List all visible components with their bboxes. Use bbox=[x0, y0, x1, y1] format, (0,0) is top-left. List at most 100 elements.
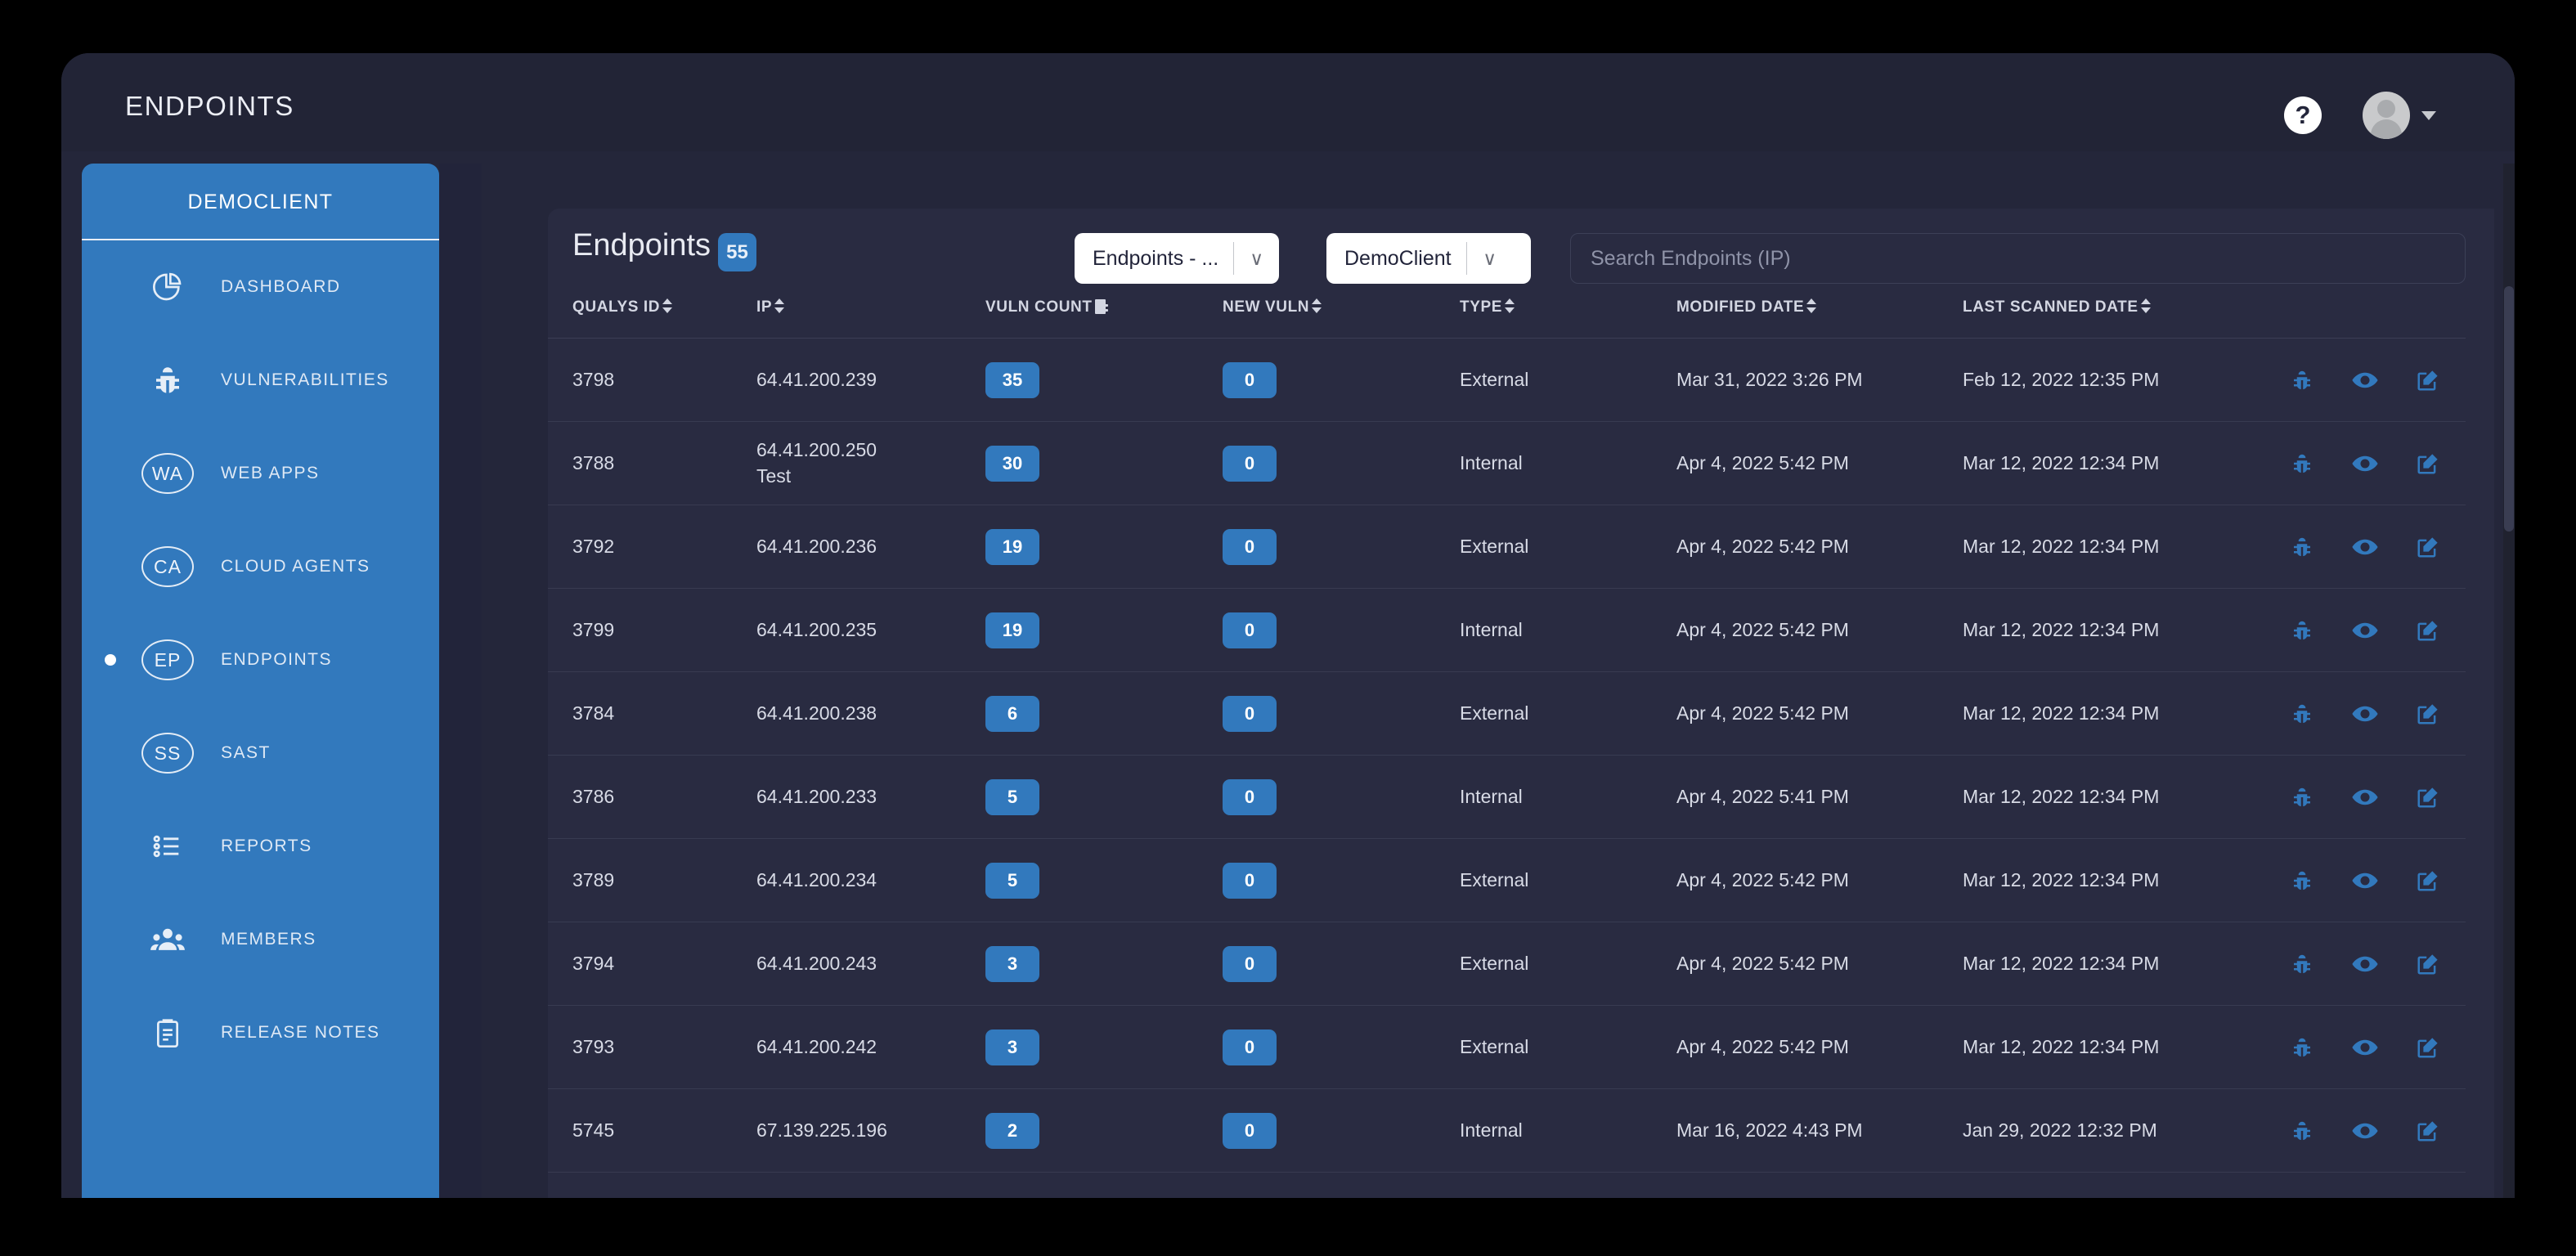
eye-icon[interactable] bbox=[2351, 867, 2379, 895]
bug-icon[interactable] bbox=[2290, 535, 2314, 559]
sort-toggle-icon[interactable] bbox=[1505, 298, 1515, 314]
new-vuln-pill[interactable]: 0 bbox=[1223, 361, 1277, 398]
table-row[interactable]: 3799 64.41.200.235 19 0 Internal Apr 4, 2022 … bbox=[548, 588, 2466, 672]
view-select[interactable]: Endpoints - ... ∨ bbox=[1075, 233, 1279, 284]
eye-icon[interactable] bbox=[2351, 366, 2379, 394]
avatar[interactable] bbox=[2363, 92, 2410, 139]
sidebar-item-vulnerabilities[interactable]: VULNERABILITIES bbox=[82, 334, 439, 427]
sidebar-item-dashboard[interactable]: DASHBOARD bbox=[82, 240, 439, 334]
edit-icon[interactable] bbox=[2416, 952, 2440, 976]
new-vuln-pill[interactable]: 0 bbox=[1223, 778, 1277, 815]
chevron-down-icon[interactable]: ∨ bbox=[1467, 248, 1513, 270]
vuln-count-pill[interactable]: 30 bbox=[985, 445, 1039, 482]
sidebar-item-reports[interactable]: REPORTS bbox=[82, 800, 439, 893]
qualys-id-value: 3786 bbox=[572, 786, 615, 807]
sidebar-item-sast[interactable]: SS SAST bbox=[82, 706, 439, 800]
sidebar-item-endpoints[interactable]: EP ENDPOINTS bbox=[82, 613, 439, 706]
sidebar-item-web-apps[interactable]: WA WEB APPS bbox=[82, 427, 439, 520]
chevron-down-icon[interactable]: ∨ bbox=[1234, 248, 1279, 270]
vuln-count-pill[interactable]: 3 bbox=[985, 1029, 1039, 1065]
table-row[interactable]: 3784 64.41.200.238 6 0 External Apr 4, 2022 5… bbox=[548, 671, 2466, 756]
edit-icon[interactable] bbox=[2416, 1035, 2440, 1060]
sort-toggle-icon[interactable] bbox=[1312, 298, 1322, 314]
vuln-count-pill[interactable]: 19 bbox=[985, 612, 1039, 648]
table-row[interactable]: 3788 64.41.200.250 Test 30 0 Internal Apr 4, 2… bbox=[548, 421, 2466, 505]
new-vuln-pill[interactable]: 0 bbox=[1223, 1029, 1277, 1065]
bug-icon[interactable] bbox=[2290, 618, 2314, 643]
page-scrollbar[interactable] bbox=[2503, 164, 2515, 1198]
edit-icon[interactable] bbox=[2416, 702, 2440, 726]
bug-icon[interactable] bbox=[2290, 368, 2314, 392]
table-row[interactable]: 5745 67.139.225.196 2 0 Internal Mar 16, 2022… bbox=[548, 1088, 2466, 1173]
bug-icon[interactable] bbox=[2290, 1119, 2314, 1143]
column-header-qualys-id[interactable]: QUALYS ID bbox=[548, 290, 756, 339]
edit-icon[interactable] bbox=[2416, 451, 2440, 476]
new-vuln-pill[interactable]: 0 bbox=[1223, 1112, 1277, 1149]
table-row[interactable]: 3793 64.41.200.242 3 0 External Apr 4, 2022 5… bbox=[548, 1005, 2466, 1089]
sort-toggle-icon[interactable] bbox=[2140, 298, 2152, 314]
new-vuln-pill[interactable]: 0 bbox=[1223, 945, 1277, 982]
eye-icon[interactable] bbox=[2351, 533, 2379, 561]
sort-toggle-icon[interactable] bbox=[662, 298, 673, 314]
column-header-ip[interactable]: IP bbox=[756, 290, 985, 339]
help-icon[interactable]: ? bbox=[2284, 96, 2322, 134]
sidebar-item-members[interactable]: MEMBERS bbox=[82, 893, 439, 986]
eye-icon[interactable] bbox=[2351, 950, 2379, 978]
type-value: External bbox=[1460, 536, 1529, 557]
bug-icon[interactable] bbox=[2290, 952, 2314, 976]
circle-abbr-icon: CA bbox=[141, 545, 195, 589]
table-row[interactable]: 3786 64.41.200.233 5 0 Internal Apr 4, 2022 5… bbox=[548, 755, 2466, 839]
column-header-vuln-count[interactable]: VULN COUNT bbox=[985, 290, 1223, 339]
edit-icon[interactable] bbox=[2416, 785, 2440, 810]
sort-active-icon[interactable] bbox=[1094, 298, 1108, 315]
new-vuln-pill[interactable]: 0 bbox=[1223, 695, 1277, 732]
bug-icon[interactable] bbox=[2290, 451, 2314, 476]
vuln-count-pill[interactable]: 19 bbox=[985, 528, 1039, 565]
table-row[interactable]: 3794 64.41.200.243 3 0 External Apr 4, 2022 5… bbox=[548, 922, 2466, 1006]
table-row[interactable]: 3792 64.41.200.236 19 0 External Apr 4, 2022 … bbox=[548, 505, 2466, 589]
eye-icon[interactable] bbox=[2351, 617, 2379, 644]
edit-icon[interactable] bbox=[2416, 1119, 2440, 1143]
scrollbar-thumb[interactable] bbox=[2504, 286, 2514, 532]
bug-icon[interactable] bbox=[2290, 702, 2314, 726]
row-actions bbox=[2290, 533, 2466, 561]
edit-icon[interactable] bbox=[2416, 368, 2440, 392]
new-vuln-pill[interactable]: 0 bbox=[1223, 612, 1277, 648]
edit-icon[interactable] bbox=[2416, 618, 2440, 643]
table-row[interactable]: 3789 64.41.200.234 5 0 External Apr 4, 2022 5… bbox=[548, 838, 2466, 922]
cell-actions bbox=[2290, 505, 2466, 589]
new-vuln-pill[interactable]: 0 bbox=[1223, 528, 1277, 565]
vuln-count-pill[interactable]: 5 bbox=[985, 778, 1039, 815]
table-row[interactable]: 3798 64.41.200.239 35 0 External Mar 31, 2022… bbox=[548, 338, 2466, 422]
chevron-down-icon[interactable] bbox=[2421, 110, 2436, 120]
sidebar-item-cloud-agents[interactable]: CA CLOUD AGENTS bbox=[82, 520, 439, 613]
bug-icon[interactable] bbox=[2290, 868, 2314, 893]
eye-icon[interactable] bbox=[2351, 450, 2379, 478]
vuln-count-pill[interactable]: 35 bbox=[985, 361, 1039, 398]
edit-icon[interactable] bbox=[2416, 535, 2440, 559]
sidebar-item-release-notes[interactable]: RELEASE NOTES bbox=[82, 986, 439, 1079]
new-vuln-pill[interactable]: 0 bbox=[1223, 445, 1277, 482]
vuln-count-pill[interactable]: 6 bbox=[985, 695, 1039, 732]
column-header-new-vuln[interactable]: NEW VULN bbox=[1223, 290, 1460, 339]
vuln-count-pill[interactable]: 3 bbox=[985, 945, 1039, 982]
cell-ip: 64.41.200.235 bbox=[756, 588, 985, 672]
vuln-count-pill[interactable]: 2 bbox=[985, 1112, 1039, 1149]
column-header-type[interactable]: TYPE bbox=[1460, 290, 1676, 339]
vuln-count-pill[interactable]: 5 bbox=[985, 862, 1039, 899]
bug-icon[interactable] bbox=[2290, 1035, 2314, 1060]
search-input[interactable] bbox=[1570, 233, 2466, 284]
bug-icon[interactable] bbox=[2290, 785, 2314, 810]
eye-icon[interactable] bbox=[2351, 1034, 2379, 1061]
eye-icon[interactable] bbox=[2351, 1117, 2379, 1145]
sort-toggle-icon[interactable] bbox=[774, 298, 785, 314]
edit-icon[interactable] bbox=[2416, 868, 2440, 893]
column-header-modified-date[interactable]: MODIFIED DATE bbox=[1676, 290, 1963, 339]
column-header-last-scanned-date[interactable]: LAST SCANNED DATE bbox=[1963, 290, 2290, 339]
new-vuln-pill[interactable]: 0 bbox=[1223, 862, 1277, 899]
sort-toggle-icon[interactable] bbox=[1806, 298, 1817, 314]
eye-icon[interactable] bbox=[2351, 700, 2379, 728]
eye-icon[interactable] bbox=[2351, 783, 2379, 811]
client-select[interactable]: DemoClient ∨ bbox=[1326, 233, 1531, 284]
user-menu[interactable] bbox=[2363, 92, 2436, 139]
